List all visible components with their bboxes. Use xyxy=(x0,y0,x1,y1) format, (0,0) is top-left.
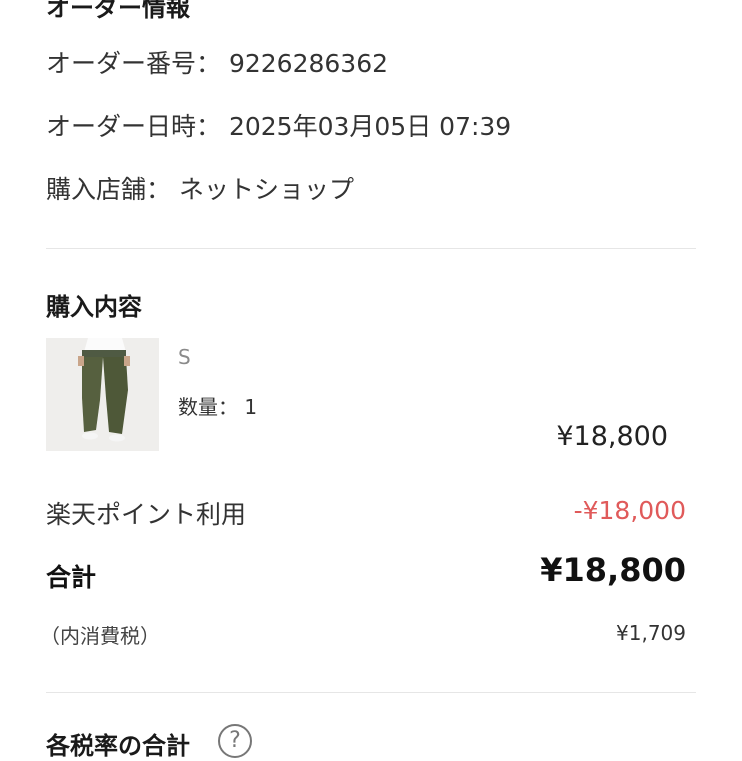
order-date-value: 2025年03月05日 07:39 xyxy=(228,112,512,141)
total-value: ¥18,800 xyxy=(540,551,686,589)
divider xyxy=(46,248,696,249)
quantity-value: 1 xyxy=(244,395,258,419)
total-label: 合計 xyxy=(46,563,97,592)
order-date-row: オーダー日時： 2025年03月05日 07:39 xyxy=(46,107,511,143)
points-value: -¥18,000 xyxy=(573,496,686,525)
quantity-label: 数量： xyxy=(178,395,238,419)
order-number-value: 9226286362 xyxy=(228,49,389,78)
order-number-row: オーダー番号： 9226286362 xyxy=(46,44,388,80)
store-value: ネットショップ xyxy=(178,175,354,204)
divider xyxy=(46,692,696,693)
points-label: 楽天ポイント利用 xyxy=(46,500,247,529)
tax-section-heading: 各税率の合計 xyxy=(46,732,190,760)
product-image[interactable] xyxy=(46,338,159,451)
store-label: 購入店舗： xyxy=(46,175,172,204)
order-date-label: オーダー日時： xyxy=(46,112,222,141)
help-icon[interactable]: ? xyxy=(218,724,252,758)
order-number-label: オーダー番号： xyxy=(46,49,222,78)
product-size: S xyxy=(178,345,191,369)
tax-value: ¥1,709 xyxy=(616,621,686,645)
purchase-heading: 購入内容 xyxy=(46,293,142,321)
product-price: ¥18,800 xyxy=(556,421,668,452)
product-quantity-row: 数量： 1 xyxy=(178,391,257,420)
order-info-heading: オーダー情報 xyxy=(46,0,190,22)
pants-product-photo-icon xyxy=(46,338,159,451)
tax-label: （内消費税） xyxy=(40,624,160,648)
store-row: 購入店舗： ネットショップ xyxy=(46,170,354,206)
